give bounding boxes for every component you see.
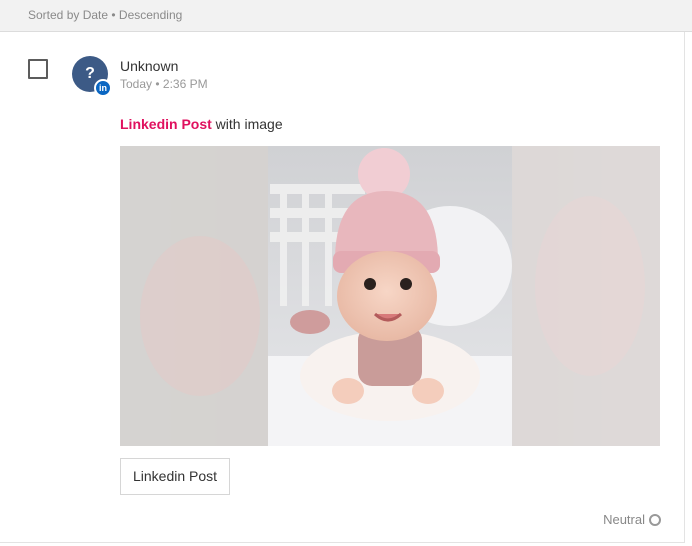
baby-photo bbox=[120, 146, 660, 446]
source-link[interactable]: Linkedin Post bbox=[120, 116, 212, 132]
sort-label: Sorted by Date • Descending bbox=[28, 8, 183, 22]
linkedin-icon: in bbox=[94, 79, 112, 97]
neutral-circle-icon bbox=[649, 513, 661, 526]
post-time: Today • 2:36 PM bbox=[120, 77, 208, 91]
sort-bar: Sorted by Date • Descending bbox=[0, 0, 692, 32]
sentiment-indicator[interactable]: Neutral bbox=[603, 512, 661, 527]
sentiment-label: Neutral bbox=[603, 512, 645, 527]
author-name[interactable]: Unknown bbox=[120, 58, 178, 74]
select-checkbox[interactable] bbox=[28, 59, 48, 79]
post-caption: Linkedin Post with image bbox=[120, 116, 283, 132]
caption-suffix: with image bbox=[211, 116, 283, 132]
post-image[interactable] bbox=[120, 146, 660, 446]
linkedin-post-button[interactable]: Linkedin Post bbox=[120, 458, 230, 495]
post-card: ? in Unknown Today • 2:36 PM Linkedin Po… bbox=[0, 32, 685, 543]
